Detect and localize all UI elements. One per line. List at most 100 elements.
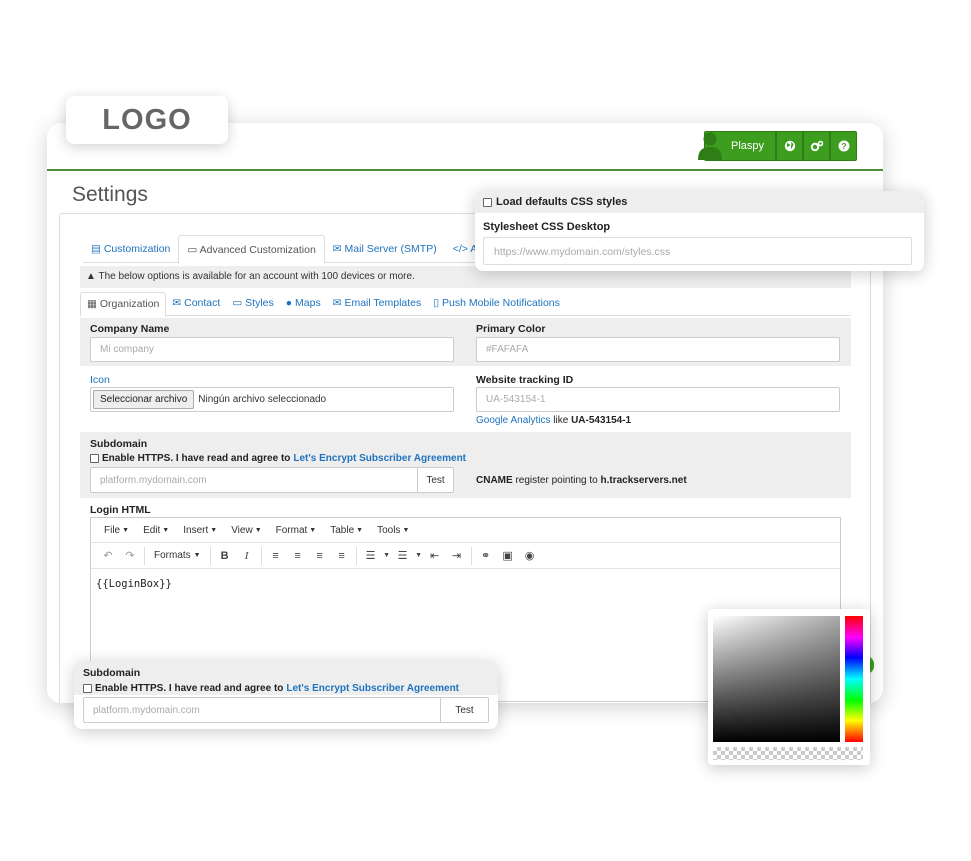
tab-label: Customization bbox=[103, 243, 171, 255]
cname-host: h.trackservers.net bbox=[600, 475, 687, 486]
outdent-icon[interactable]: ⇤ bbox=[424, 546, 446, 566]
cname-mid: register pointing to bbox=[515, 475, 598, 486]
monitor-icon: ▭ bbox=[232, 297, 243, 309]
icon-label: Icon bbox=[90, 374, 110, 386]
subdomain-card-test-button[interactable]: Test bbox=[440, 698, 488, 722]
choose-file-button[interactable]: Seleccionar archivo bbox=[93, 390, 195, 409]
tab-email-templates[interactable]: ✉ Email Templates bbox=[327, 292, 428, 315]
align-justify-icon[interactable]: ≡ bbox=[331, 546, 353, 566]
tab-mail-server[interactable]: ✉ Mail Server (SMTP) bbox=[325, 235, 445, 262]
numbered-list-icon[interactable]: ☰ bbox=[392, 546, 414, 566]
primary-color-input[interactable]: #FAFAFA bbox=[476, 337, 840, 362]
load-defaults-checkbox[interactable] bbox=[483, 197, 492, 207]
letsencrypt-link[interactable]: Let's Encrypt Subscriber Agreement bbox=[293, 453, 466, 464]
language-button[interactable] bbox=[776, 131, 803, 161]
user-toolbar: Plaspy ? bbox=[698, 131, 857, 161]
mobile-icon: ▯ bbox=[433, 297, 440, 309]
company-name-input[interactable]: Mi company bbox=[90, 337, 454, 362]
building-icon: ▦ bbox=[87, 298, 97, 310]
menu-format[interactable]: Format ▼ bbox=[269, 518, 324, 542]
tab-advanced-customization[interactable]: ▭ Advanced Customization bbox=[178, 235, 325, 264]
color-picker bbox=[708, 609, 870, 765]
subdomain-card-https-row: Enable HTTPS. I have read and agree to L… bbox=[83, 683, 459, 694]
tab-label: Maps bbox=[295, 297, 321, 309]
stylesheet-input[interactable]: https://www.mydomain.com/styles.css bbox=[483, 237, 912, 265]
tracking-id-input[interactable]: UA-543154-1 bbox=[476, 387, 840, 412]
tab-label: Mail Server (SMTP) bbox=[344, 243, 437, 255]
load-defaults-row: Load defaults CSS styles bbox=[475, 191, 924, 213]
undo-icon[interactable]: ↶ bbox=[97, 546, 119, 566]
google-analytics-link[interactable]: Google Analytics bbox=[476, 415, 551, 426]
align-center-icon[interactable]: ≡ bbox=[287, 546, 309, 566]
load-defaults-label: Load defaults CSS styles bbox=[496, 196, 628, 208]
subdomain-input[interactable]: platform.mydomain.com bbox=[91, 468, 417, 492]
subdomain-card-label: Subdomain bbox=[83, 667, 141, 679]
help-icon: ? bbox=[838, 140, 849, 152]
tab-label: Styles bbox=[245, 297, 274, 309]
primary-color-label: Primary Color bbox=[476, 323, 546, 335]
italic-icon[interactable]: I bbox=[236, 546, 258, 566]
numbered-list-dropdown-icon[interactable]: ▼ bbox=[414, 546, 424, 566]
preview-eye-icon[interactable]: ◉ bbox=[519, 546, 541, 566]
https-checkbox-row: Enable HTTPS. I have read and agree to L… bbox=[90, 453, 466, 464]
bold-icon[interactable]: B bbox=[214, 546, 236, 566]
tab-label: Organization bbox=[99, 298, 160, 310]
subdomain-card-letsencrypt-link[interactable]: Let's Encrypt Subscriber Agreement bbox=[286, 683, 459, 694]
image-icon[interactable]: ▣ bbox=[497, 546, 519, 566]
https-checkbox[interactable] bbox=[90, 454, 99, 463]
menu-insert[interactable]: Insert ▼ bbox=[176, 518, 224, 542]
link-icon[interactable]: ⚭ bbox=[475, 546, 497, 566]
login-html-label: Login HTML bbox=[90, 504, 151, 516]
company-name-label: Company Name bbox=[90, 323, 170, 335]
tracking-id-label: Website tracking ID bbox=[476, 374, 574, 386]
test-button[interactable]: Test bbox=[417, 468, 453, 492]
alpha-slider[interactable] bbox=[713, 747, 863, 760]
formats-dropdown[interactable]: Formats ▼ bbox=[148, 550, 207, 561]
subdomain-input-group: platform.mydomain.com Test bbox=[90, 467, 454, 493]
menu-view[interactable]: View ▼ bbox=[224, 518, 268, 542]
cname-hint: CNAME register pointing to h.trackserver… bbox=[476, 475, 687, 486]
menu-table[interactable]: Table ▼ bbox=[323, 518, 370, 542]
table-icon: ▤ bbox=[91, 243, 101, 255]
bullet-list-dropdown-icon[interactable]: ▼ bbox=[382, 546, 392, 566]
menu-tools[interactable]: Tools ▼ bbox=[370, 518, 416, 542]
envelope-icon: ✉ bbox=[332, 243, 342, 255]
logo: LOGO bbox=[66, 96, 228, 144]
bullet-list-icon[interactable]: ☰ bbox=[360, 546, 382, 566]
user-avatar-icon bbox=[698, 132, 722, 160]
menu-file[interactable]: File ▼ bbox=[97, 518, 136, 542]
subdomain-card-input[interactable]: platform.mydomain.com bbox=[84, 698, 440, 722]
align-left-icon[interactable]: ≡ bbox=[265, 546, 287, 566]
tab-contact[interactable]: ✉ Contact bbox=[166, 292, 226, 315]
help-button[interactable]: ? bbox=[830, 131, 857, 161]
tab-customization[interactable]: ▤ Customization bbox=[83, 235, 178, 262]
cogs-icon bbox=[810, 140, 823, 152]
tab-maps[interactable]: ● Maps bbox=[280, 292, 327, 315]
user-menu-button[interactable]: Plaspy bbox=[698, 131, 776, 161]
warning-icon: ▲ bbox=[86, 271, 96, 282]
tab-push-notifications[interactable]: ▯ Push Mobile Notifications bbox=[427, 292, 566, 315]
subdomain-card-https-checkbox[interactable] bbox=[83, 684, 92, 693]
subdomain-card-input-group: platform.mydomain.com Test bbox=[83, 697, 489, 723]
align-right-icon[interactable]: ≡ bbox=[309, 546, 331, 566]
tracking-hint-code: UA-543154-1 bbox=[571, 415, 632, 426]
redo-icon[interactable]: ↷ bbox=[119, 546, 141, 566]
tab-organization[interactable]: ▦ Organization bbox=[80, 292, 167, 317]
stylesheet-label: Stylesheet CSS Desktop bbox=[483, 221, 611, 233]
icon-file-input[interactable]: Seleccionar archivo Ningún archivo selec… bbox=[90, 387, 454, 412]
editor-content[interactable]: {{LoginBox}} bbox=[91, 569, 840, 599]
globe-icon bbox=[784, 140, 795, 152]
envelope-icon: ✉ bbox=[172, 297, 182, 309]
subdomain-card: Subdomain Enable HTTPS. I have read and … bbox=[74, 661, 498, 729]
saturation-value-area[interactable] bbox=[713, 616, 840, 742]
tab-label: Email Templates bbox=[344, 297, 422, 309]
menu-edit[interactable]: Edit ▼ bbox=[136, 518, 176, 542]
tab-label: Contact bbox=[184, 297, 221, 309]
hue-slider[interactable] bbox=[845, 616, 863, 742]
sub-tabs: ▦ Organization ✉ Contact ▭ Styles ● Maps… bbox=[80, 292, 851, 317]
tab-styles[interactable]: ▭ Styles bbox=[226, 292, 279, 315]
code-icon: </> bbox=[452, 243, 468, 255]
file-status: Ningún archivo seleccionado bbox=[198, 394, 327, 405]
indent-icon[interactable]: ⇥ bbox=[446, 546, 468, 566]
settings-button[interactable] bbox=[803, 131, 830, 161]
